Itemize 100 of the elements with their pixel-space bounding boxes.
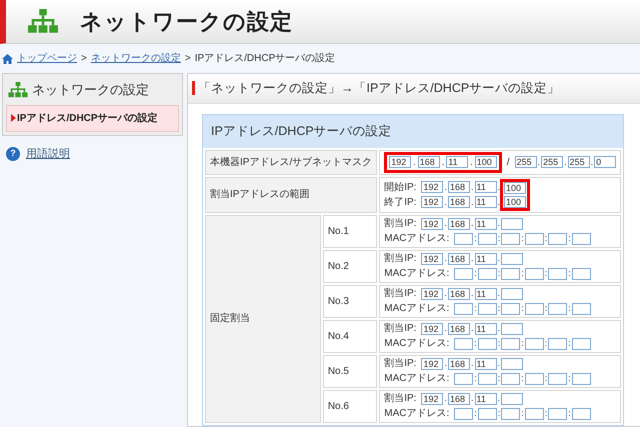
separator-text: . bbox=[498, 252, 500, 265]
ip-octet-field[interactable]: 192 bbox=[421, 181, 444, 193]
ip-octet-field[interactable] bbox=[454, 372, 474, 384]
ip-octet-field[interactable]: 11 bbox=[474, 322, 496, 334]
ip-octet-field[interactable]: 100 bbox=[474, 156, 497, 168]
help-link[interactable]: 用語説明 bbox=[26, 146, 70, 162]
ip-octet-field[interactable] bbox=[454, 338, 474, 350]
ip-octet-field[interactable] bbox=[548, 268, 568, 280]
separator-text: . bbox=[470, 357, 474, 370]
separator-text: . bbox=[590, 156, 594, 168]
separator-text: . bbox=[498, 392, 500, 405]
ip-octet-field[interactable]: 255 bbox=[568, 156, 590, 168]
ip-octet-field[interactable] bbox=[524, 372, 544, 384]
ip-octet-field[interactable] bbox=[454, 232, 474, 244]
ip-octet-field[interactable] bbox=[501, 392, 524, 404]
ip-octet-field[interactable]: 192 bbox=[421, 392, 444, 404]
network-tree-icon bbox=[8, 82, 28, 98]
ip-octet-field[interactable]: 192 bbox=[421, 288, 444, 300]
ip-octet-field[interactable]: 168 bbox=[448, 358, 470, 370]
ip-octet-field[interactable] bbox=[501, 358, 524, 370]
ip-octet-field[interactable]: 168 bbox=[448, 392, 470, 404]
ip-octet-field[interactable] bbox=[478, 408, 497, 420]
ip-octet-field[interactable] bbox=[454, 408, 474, 420]
ip-octet-field[interactable] bbox=[454, 302, 474, 314]
ip-octet-field[interactable] bbox=[478, 338, 497, 350]
ip-octet-field[interactable]: 100 bbox=[504, 196, 526, 208]
ip-octet-field[interactable] bbox=[572, 408, 591, 420]
ip-octet-field[interactable] bbox=[501, 338, 520, 350]
ip-octet-field[interactable]: 192 bbox=[421, 358, 444, 370]
separator-text: . bbox=[564, 156, 567, 168]
sidebar-title: ネットワークの設定 bbox=[32, 81, 149, 99]
ip-octet-field[interactable]: 11 bbox=[446, 156, 468, 168]
ip-octet-field[interactable] bbox=[548, 372, 568, 384]
ip-octet-field[interactable] bbox=[524, 268, 544, 280]
ip-octet-field[interactable] bbox=[478, 268, 497, 280]
ip-octet-field[interactable]: 168 bbox=[448, 218, 470, 230]
ip-octet-field[interactable]: 11 bbox=[474, 218, 496, 230]
table-cell: No.5 bbox=[322, 354, 378, 388]
ip-octet-field[interactable] bbox=[501, 218, 524, 230]
sidebar-item[interactable]: IPアドレス/DHCPサーバの設定 bbox=[6, 104, 179, 132]
breadcrumb-link[interactable]: トップページ bbox=[17, 51, 77, 66]
ip-octet-field[interactable]: 11 bbox=[474, 392, 496, 404]
separator-text: . bbox=[444, 357, 447, 370]
ip-octet-field[interactable] bbox=[572, 232, 591, 244]
ip-octet-field[interactable] bbox=[524, 338, 544, 350]
ip-octet-field[interactable]: 11 bbox=[474, 181, 496, 193]
separator-text: : bbox=[498, 372, 500, 385]
ip-octet-field[interactable] bbox=[572, 268, 591, 280]
ip-octet-field[interactable]: 168 bbox=[448, 196, 470, 208]
ip-octet-field[interactable] bbox=[524, 232, 544, 244]
ip-octet-field[interactable] bbox=[454, 268, 474, 280]
ip-octet-field[interactable]: 168 bbox=[448, 288, 470, 300]
home-icon[interactable] bbox=[2, 54, 13, 64]
page-title: ネットワークの設定 bbox=[80, 8, 293, 36]
ip-octet-field[interactable]: 192 bbox=[421, 196, 444, 208]
separator-text: : bbox=[568, 337, 571, 350]
ip-octet-field[interactable] bbox=[501, 252, 524, 264]
ip-octet-field[interactable] bbox=[548, 338, 568, 350]
ip-octet-field[interactable]: 168 bbox=[448, 181, 470, 193]
ip-octet-field[interactable] bbox=[478, 372, 497, 384]
ip-octet-field[interactable] bbox=[501, 302, 520, 314]
separator-text: : bbox=[568, 302, 571, 315]
ip-octet-field[interactable]: 168 bbox=[448, 322, 470, 334]
ip-octet-field[interactable] bbox=[501, 372, 520, 384]
separator-text: . bbox=[470, 180, 474, 194]
ip-octet-field[interactable]: 192 bbox=[421, 218, 444, 230]
separator-text: . bbox=[498, 180, 500, 194]
ip-octet-field[interactable] bbox=[572, 338, 591, 350]
ip-octet-field[interactable] bbox=[501, 288, 524, 300]
ip-octet-field[interactable]: 0 bbox=[594, 156, 616, 168]
ip-octet-field[interactable] bbox=[548, 408, 568, 420]
ip-octet-field[interactable]: 255 bbox=[514, 156, 537, 168]
separator-text: : bbox=[521, 372, 524, 385]
ip-octet-field[interactable]: 255 bbox=[541, 156, 564, 168]
ip-octet-field[interactable] bbox=[501, 268, 520, 280]
ip-octet-field[interactable]: 100 bbox=[504, 182, 526, 194]
ip-octet-field[interactable]: 192 bbox=[421, 252, 444, 264]
ip-octet-field[interactable]: 168 bbox=[448, 252, 470, 264]
ip-octet-field[interactable] bbox=[478, 302, 497, 314]
ip-octet-field[interactable]: 11 bbox=[474, 358, 496, 370]
ip-octet-field[interactable] bbox=[501, 232, 520, 244]
breadcrumb-link[interactable]: ネットワークの設定 bbox=[90, 51, 181, 66]
ip-octet-field[interactable] bbox=[548, 302, 568, 314]
ip-octet-field[interactable] bbox=[478, 232, 497, 244]
ip-octet-field[interactable] bbox=[524, 408, 544, 420]
ip-octet-field[interactable]: 192 bbox=[389, 156, 412, 168]
ip-octet-field[interactable]: 192 bbox=[421, 322, 444, 334]
ip-octet-field[interactable] bbox=[501, 408, 520, 420]
ip-octet-field[interactable]: 168 bbox=[418, 156, 440, 168]
ip-octet-field[interactable] bbox=[572, 302, 591, 314]
ip-octet-field[interactable] bbox=[548, 232, 568, 244]
ip-octet-field[interactable]: 11 bbox=[474, 196, 496, 208]
separator-text: . bbox=[444, 217, 447, 230]
separator-text: : bbox=[521, 232, 524, 245]
ip-octet-field[interactable] bbox=[572, 372, 591, 384]
ip-octet-field[interactable]: 11 bbox=[474, 288, 496, 300]
ip-octet-field[interactable] bbox=[524, 302, 544, 314]
ip-octet-field[interactable]: 11 bbox=[474, 252, 496, 264]
ip-octet-field[interactable] bbox=[501, 322, 524, 334]
table-cell: No.3 bbox=[322, 284, 378, 318]
